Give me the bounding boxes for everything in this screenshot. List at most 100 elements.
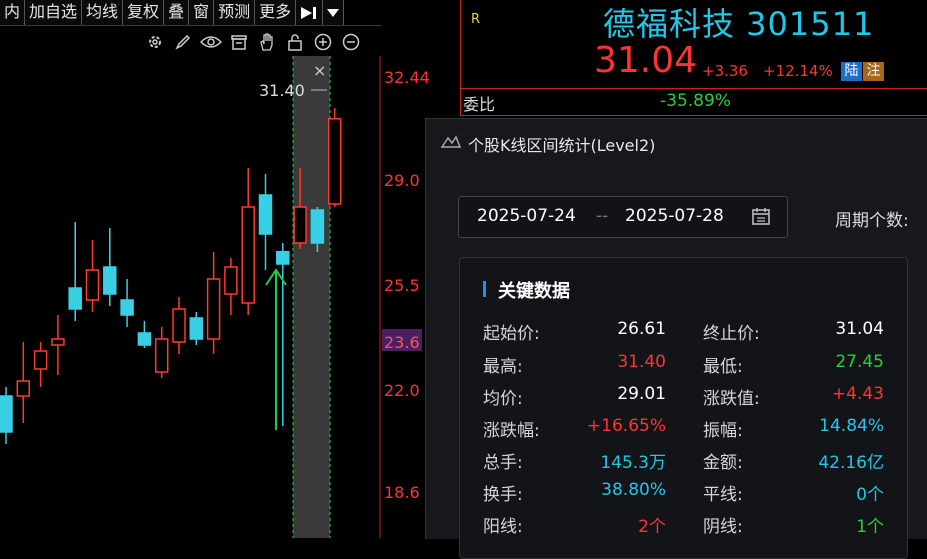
candles-group [0,108,342,444]
skip-to-end-icon[interactable] [296,0,324,25]
y-tick-label: 22.0 [384,381,420,400]
candle[interactable] [120,299,134,316]
toolbar-item-more[interactable]: 更多 [255,0,297,25]
delete-icon[interactable] [228,31,250,53]
label-avg-price: 均价: [483,389,523,409]
value-down-candles: 1个 [856,517,884,537]
date-range-picker[interactable]: 2025-07-24 -- 2025-07-28 [458,196,788,238]
weibi-value: -35.89% [660,91,731,111]
candle[interactable] [103,266,117,295]
candle[interactable] [0,395,13,433]
toolbar-item-overlay[interactable]: 叠 [164,0,190,25]
value-total-volume: 145.3万 [600,453,666,473]
stats-icon [440,134,462,154]
value-end-price: 31.04 [835,319,884,339]
y-tick-label: 18.6 [384,483,420,502]
candle[interactable] [172,308,186,343]
toolbar-item-window[interactable]: 窗 [189,0,215,25]
key-data-title: 关键数据 [498,281,570,302]
settings-icon[interactable] [144,31,166,53]
kline-chart[interactable]: 32.44 29.0 25.5 23.6 22.0 18.6 31.40 × [0,56,460,538]
price-change-pct: +12.14% [763,62,833,80]
label-amplitude: 振幅: [703,421,743,441]
selection-highlight [293,56,330,538]
label-start-price: 起始价: [483,324,540,344]
toolbar-item-add-watchlist[interactable]: 加自选 [25,0,83,25]
candle[interactable] [276,250,290,265]
toolbar-item-adjust[interactable]: 复权 [123,0,165,25]
last-price: 31.04 [594,40,698,81]
y-tick-label: 32.44 [384,68,430,87]
close-selection-icon[interactable]: × [313,61,326,80]
chevron-down-icon[interactable] [323,0,345,25]
stock-name[interactable]: 德福科技 301511 [603,0,874,45]
y-tick-label: 25.5 [384,276,420,295]
label-total-volume: 总手: [483,453,523,473]
label-turnover: 换手: [483,485,523,505]
draw-icon[interactable] [172,31,194,53]
key-data-panel: 关键数据 起始价: 26.61 最高: 31.40 均价: 29.01 涨跌幅:… [459,257,908,559]
candle[interactable] [224,266,238,295]
value-change-pct: +16.65% [586,416,666,436]
candle[interactable] [258,194,273,235]
value-turnover: 38.80% [601,480,666,500]
label-up-candles: 阳线: [483,517,523,537]
toolbar: 内 加自选 均线 复权 叠 窗 预测 更多 [0,0,382,26]
value-amplitude: 14.84% [819,416,884,436]
candle[interactable] [327,118,342,205]
chart-tools [144,30,362,54]
dialog-title-row: 个股K线区间统计(Level2) [440,132,655,156]
end-date[interactable]: 2025-07-28 [625,206,724,226]
section-marker [483,281,486,297]
label-down-candles: 阴线: [703,517,743,537]
label-flat-candles: 平线: [703,485,743,505]
label-high: 最高: [483,357,523,377]
label-change-pct: 涨跌幅: [483,421,540,441]
y-tick-label: 23.6 [384,333,420,352]
calendar-icon[interactable] [751,206,771,230]
toolbar-item-forecast[interactable]: 预测 [214,0,256,25]
high-annotation: 31.40 [259,81,305,100]
y-tick-label: 29.0 [384,171,420,190]
value-change-value: +4.43 [831,384,884,404]
candle[interactable] [85,269,100,301]
candle[interactable] [16,380,31,397]
connect-badge: 陆 [841,62,862,81]
candle[interactable] [189,317,204,340]
quote-panel: R 德福科技 301511 31.04 +3.36 +12.14% 陆 注 委比… [460,0,927,116]
zoom-in-icon[interactable] [312,31,334,53]
eye-icon[interactable] [200,31,222,53]
candle[interactable] [68,287,82,310]
candle[interactable] [293,206,307,244]
value-start-price: 26.61 [617,319,666,339]
value-amount: 42.16亿 [818,453,884,473]
label-end-price: 终止价: [703,324,760,344]
interval-stats-dialog: 个股K线区间统计(Level2) 2025-07-24 -- 2025-07-2… [425,118,927,559]
level-badge: R [471,12,481,27]
zoom-out-icon[interactable] [340,31,362,53]
value-flat-candles: 0个 [856,485,884,505]
dialog-title: 个股K线区间统计(Level2) [468,136,656,155]
weibi-label: 委比 [463,95,496,114]
label-change-value: 涨跌值: [703,389,760,409]
candle[interactable] [154,338,169,373]
candle[interactable] [137,332,152,346]
value-up-candles: 2个 [638,517,666,537]
candle[interactable] [241,206,255,304]
label-low: 最低: [703,357,743,377]
registration-badge: 注 [863,62,884,81]
candle[interactable] [51,338,65,346]
hand-icon[interactable] [256,31,278,53]
label-amount: 金额: [703,453,743,473]
value-avg-price: 29.01 [617,384,666,404]
toolbar-item-inner[interactable]: 内 [0,0,26,25]
price-change: +3.36 [702,62,748,80]
candle[interactable] [33,350,48,370]
toolbar-item-ma[interactable]: 均线 [82,0,124,25]
candle[interactable] [206,278,221,340]
start-date[interactable]: 2025-07-24 [477,206,576,226]
divider [461,115,927,116]
value-high: 31.40 [617,352,666,372]
candle[interactable] [310,209,325,244]
lock-icon[interactable] [284,31,306,53]
